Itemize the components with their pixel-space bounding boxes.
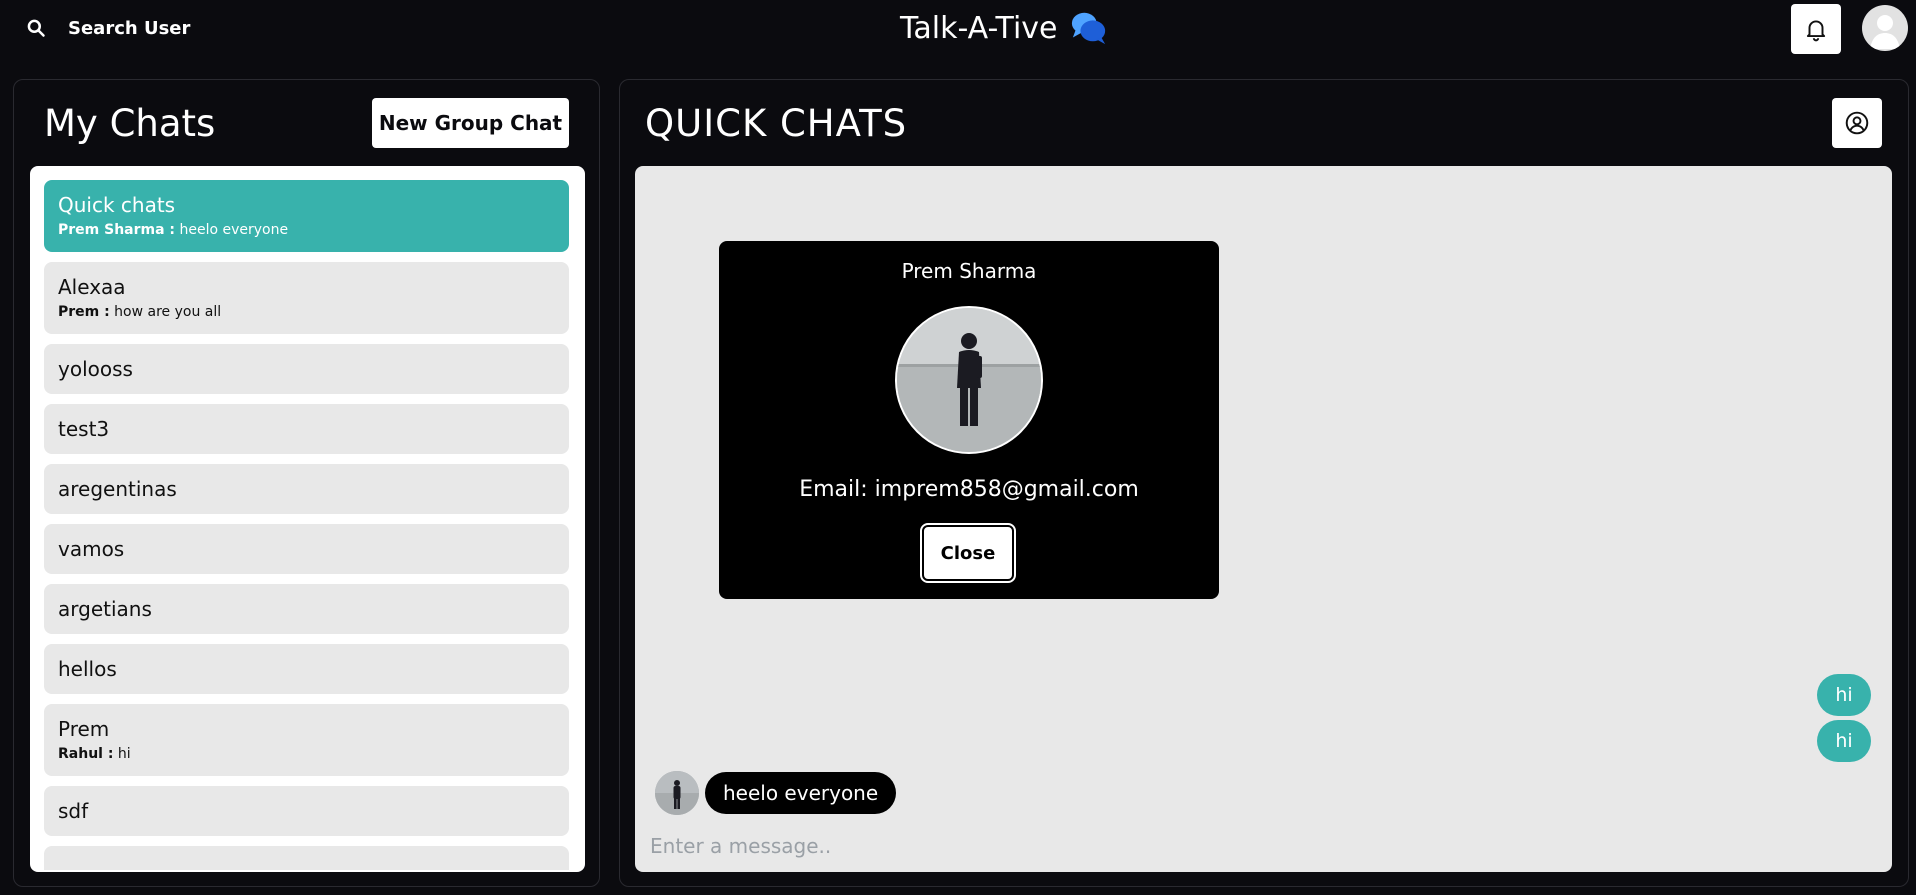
- chat-list-container: Quick chats Prem Sharma : heelo everyone…: [30, 166, 585, 872]
- new-group-chat-button[interactable]: New Group Chat: [372, 98, 569, 148]
- search-icon: [27, 19, 45, 37]
- user-avatar-button[interactable]: [1862, 5, 1908, 51]
- default-avatar-icon: [1870, 15, 1900, 49]
- person-photo-icon: [897, 308, 1041, 452]
- chat-title: QUICK CHATS: [645, 102, 908, 145]
- bell-icon: [1806, 20, 1826, 42]
- chat-last-text: how are you all: [109, 304, 222, 320]
- my-chats-title: My Chats: [44, 102, 216, 145]
- chat-item-aregentinas[interactable]: aregentinas: [44, 464, 569, 514]
- chat-item-vamos[interactable]: vamos: [44, 524, 569, 574]
- chat-last-sender: Rahul :: [58, 746, 114, 762]
- chat-item-yolooss[interactable]: yolooss: [44, 344, 569, 394]
- search-user-label: Search User: [68, 17, 191, 39]
- chat-last-message: Prem Sharma : heelo everyone: [58, 221, 555, 239]
- chat-name: argetians: [58, 597, 152, 621]
- close-button[interactable]: Close: [920, 523, 1016, 583]
- chat-item-hellos[interactable]: hellos: [44, 644, 569, 694]
- profile-photo: [895, 306, 1043, 454]
- profile-email: Email: imprem858@gmail.com: [799, 477, 1139, 502]
- chat-name: sdf: [58, 799, 89, 823]
- chat-name: Prem: [58, 717, 110, 741]
- chat-item-prem[interactable]: Prem Rahul : hi: [44, 704, 569, 776]
- chat-name: test3: [58, 417, 110, 441]
- outgoing-message: hi: [1817, 720, 1871, 762]
- chat-item-partial[interactable]: [44, 846, 569, 870]
- my-chats-panel: My Chats New Group Chat Quick chats Prem…: [13, 79, 600, 887]
- chat-item-argetians[interactable]: argetians: [44, 584, 569, 634]
- chat-name: hellos: [58, 657, 117, 681]
- app-brand: Talk-A-Tive: [900, 8, 1108, 48]
- incoming-message: heelo everyone: [705, 772, 897, 814]
- chat-name: yolooss: [58, 357, 133, 381]
- chat-item-test3[interactable]: test3: [44, 404, 569, 454]
- chat-item-quick-chats[interactable]: Quick chats Prem Sharma : heelo everyone: [44, 180, 569, 252]
- chat-last-message: Rahul : hi: [58, 745, 555, 763]
- chat-item-alexaa[interactable]: Alexaa Prem : how are you all: [44, 262, 569, 334]
- chat-name: vamos: [58, 537, 125, 561]
- notifications-button[interactable]: [1791, 4, 1841, 54]
- user-circle-icon: [1845, 111, 1869, 135]
- chat-name: aregentinas: [58, 477, 177, 501]
- view-profile-button[interactable]: [1832, 98, 1882, 148]
- sender-avatar[interactable]: [655, 771, 699, 815]
- person-photo-icon: [655, 771, 699, 815]
- chat-last-text: heelo everyone: [175, 222, 289, 238]
- outgoing-message: hi: [1817, 674, 1871, 716]
- profile-name: Prem Sharma: [901, 259, 1037, 283]
- app-title: Talk-A-Tive: [900, 10, 1058, 46]
- chat-last-message: Prem : how are you all: [58, 303, 555, 321]
- top-bar: Search User Talk-A-Tive: [0, 0, 1916, 56]
- chat-bubbles-icon: [1071, 12, 1105, 45]
- chat-item-sdf[interactable]: sdf: [44, 786, 569, 836]
- chat-name: Alexaa: [58, 275, 126, 299]
- incoming-message-row: heelo everyone: [655, 770, 897, 816]
- chat-last-sender: Prem :: [58, 304, 110, 320]
- search-user-button[interactable]: Search User: [26, 10, 190, 46]
- chat-name: Quick chats: [58, 193, 176, 217]
- chat-last-text: hi: [113, 746, 131, 762]
- profile-modal: Prem Sharma Email: imprem858@gmail.com C…: [719, 241, 1219, 599]
- message-input[interactable]: [650, 828, 1650, 864]
- chat-last-sender: Prem Sharma :: [58, 222, 176, 238]
- chat-list[interactable]: Quick chats Prem Sharma : heelo everyone…: [44, 180, 569, 870]
